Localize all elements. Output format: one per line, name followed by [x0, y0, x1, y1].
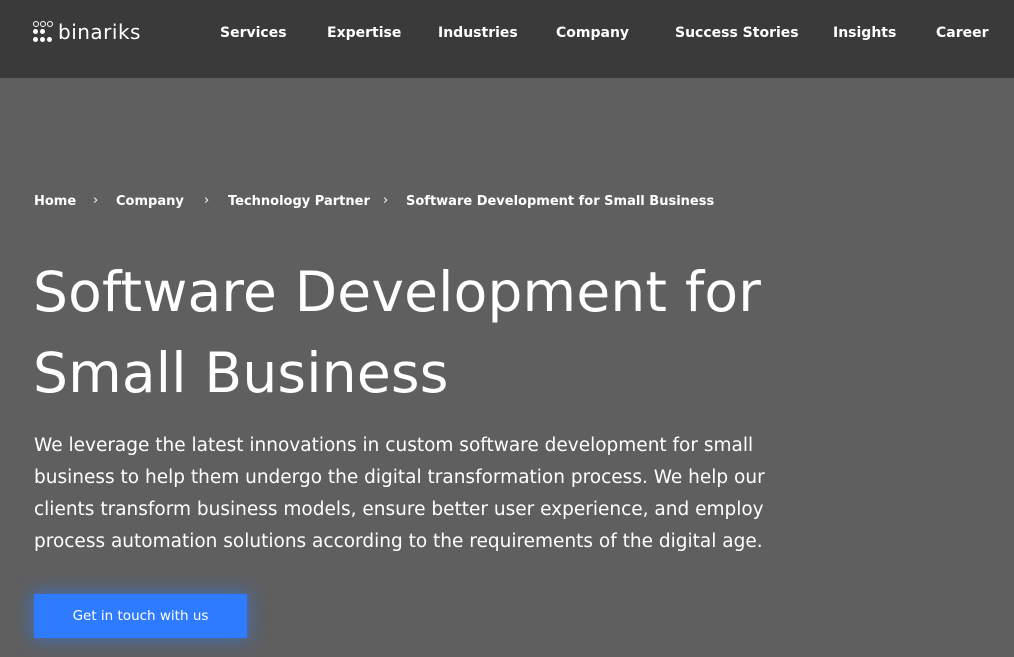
brand-logo[interactable]: binariks — [33, 18, 141, 46]
page-title-line: Software Development for — [33, 260, 762, 324]
breadcrumb-technology-partner[interactable]: Technology Partner — [228, 194, 370, 209]
nav-item-insights[interactable]: Insights — [833, 25, 896, 41]
nav-item-industries[interactable]: Industries — [438, 25, 518, 41]
breadcrumb-current-page: Software Development for Small Business — [406, 194, 715, 209]
breadcrumb-home[interactable]: Home — [34, 194, 76, 209]
intro-line: We leverage the latest innovations in cu… — [34, 435, 754, 456]
get-in-touch-button[interactable]: Get in touch with us — [34, 594, 247, 638]
top-navbar: binariks Services Expertise Industries C… — [0, 0, 1014, 78]
nav-item-career[interactable]: Career — [936, 25, 989, 41]
breadcrumb-company[interactable]: Company — [116, 194, 184, 209]
intro-line: business to help them undergo the digita… — [34, 467, 765, 488]
nav-item-success-stories[interactable]: Success Stories — [675, 25, 799, 41]
brand-name: binariks — [58, 20, 141, 44]
intro-paragraph: We leverage the latest innovations in cu… — [34, 430, 834, 558]
page-title-line: Small Business — [33, 341, 449, 405]
intro-line: process automation solutions according t… — [34, 531, 763, 552]
nav-item-company[interactable]: Company — [556, 25, 629, 41]
breadcrumb-separator: › — [93, 193, 99, 208]
nav-item-expertise[interactable]: Expertise — [327, 25, 401, 41]
page-title: Software Development for Small Business — [33, 252, 893, 414]
breadcrumb-separator: › — [204, 193, 210, 208]
breadcrumb-separator: › — [383, 193, 389, 208]
intro-line: clients transform business models, ensur… — [34, 499, 764, 520]
nav-item-services[interactable]: Services — [220, 25, 287, 41]
dot-grid-logo-icon — [33, 21, 55, 43]
